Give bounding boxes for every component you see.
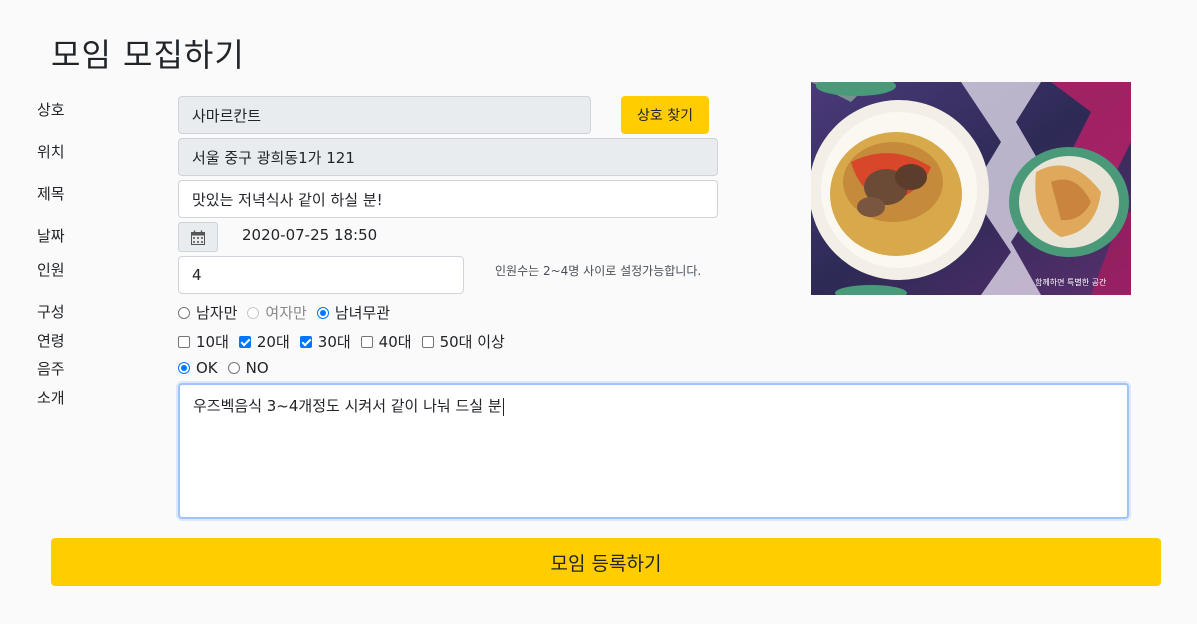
page-title: 모임 모집하기: [51, 36, 245, 74]
age-options: 10대 20대 30대 40대 50대 이상: [178, 331, 515, 352]
age-40s[interactable]: 40대: [360, 331, 412, 352]
location-label: 위치: [37, 143, 65, 161]
location-input[interactable]: 서울 중구 광희동1가 121: [178, 138, 718, 176]
radio-drinking-no[interactable]: [227, 362, 240, 374]
checkbox-10s[interactable]: [178, 335, 190, 348]
people-hint: 인원수는 2~4명 사이로 설정가능합니다.: [495, 264, 702, 278]
food-photo-image: 함께하면 특별한 공간: [811, 82, 1131, 295]
date-value: 2020-07-25 18:50: [242, 226, 378, 244]
radio-female-only: [247, 306, 260, 319]
checkbox-30s[interactable]: [299, 335, 312, 348]
intro-text: 우즈벡음식 3~4개정도 시켜서 같이 나눠 드실 분: [193, 397, 502, 415]
age-label: 연령: [37, 332, 65, 350]
people-input[interactable]: 4: [178, 256, 464, 294]
intro-textarea[interactable]: 우즈벡음식 3~4개정도 시켜서 같이 나눠 드실 분: [178, 383, 1129, 519]
photo-caption: 함께하면 특별한 공간: [1035, 277, 1107, 287]
drinking-no[interactable]: NO: [227, 359, 269, 377]
age-10s[interactable]: 10대: [178, 331, 229, 352]
composition-female-only: 여자만: [247, 302, 307, 323]
radio-drinking-ok[interactable]: [178, 362, 190, 374]
checkbox-20s[interactable]: [238, 335, 251, 348]
people-label: 인원: [37, 261, 65, 279]
composition-label: 구성: [37, 303, 65, 321]
composition-male-only[interactable]: 남자만: [178, 302, 237, 323]
intro-label: 소개: [37, 389, 65, 407]
age-30s[interactable]: 30대: [299, 331, 351, 352]
age-50s-plus[interactable]: 50대 이상: [421, 331, 505, 352]
checkbox-40s[interactable]: [360, 335, 373, 348]
calendar-icon: [191, 230, 205, 245]
store-label: 상호: [37, 101, 65, 119]
text-caret: [502, 397, 504, 416]
date-picker-button[interactable]: [178, 222, 218, 252]
age-20s[interactable]: 20대: [238, 331, 290, 352]
date-label: 날짜: [37, 227, 65, 245]
composition-options: 남자만 여자만 남녀무관: [178, 302, 400, 323]
checkbox-50s-plus[interactable]: [421, 335, 434, 348]
radio-any[interactable]: [316, 306, 329, 319]
store-input[interactable]: 사마르칸트: [178, 96, 591, 134]
drinking-label: 음주: [37, 360, 65, 378]
restaurant-photo: 함께하면 특별한 공간: [811, 82, 1131, 295]
store-search-button[interactable]: 상호 찾기: [621, 96, 709, 134]
composition-any[interactable]: 남녀무관: [316, 302, 390, 323]
drinking-ok[interactable]: OK: [178, 359, 218, 377]
drinking-options: OK NO: [178, 359, 279, 377]
submit-button[interactable]: 모임 등록하기: [51, 538, 1161, 586]
subject-label: 제목: [37, 185, 65, 203]
radio-male-only[interactable]: [178, 306, 190, 319]
subject-input[interactable]: 맛있는 저녁식사 같이 하실 분!: [178, 180, 718, 218]
